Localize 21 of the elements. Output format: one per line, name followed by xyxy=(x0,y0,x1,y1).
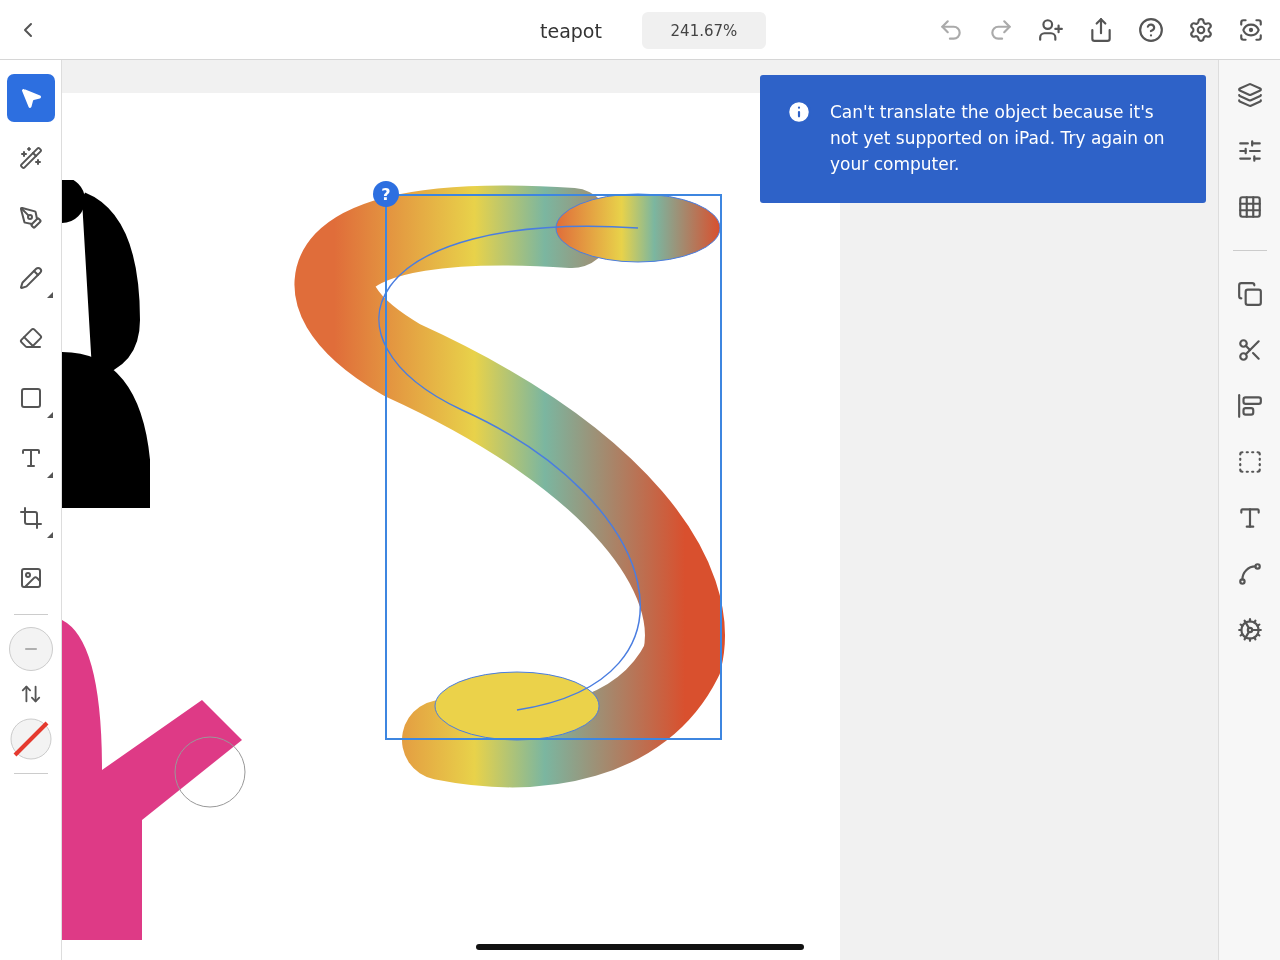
overlap-squares-icon[interactable] xyxy=(1236,281,1263,307)
toast-message: Can't translate the object because it's not yet supported on iPad. Try again on your computer. xyxy=(830,101,1166,176)
scissors-icon[interactable] xyxy=(1236,337,1263,363)
settings-icon[interactable] xyxy=(1188,16,1214,43)
document-title: teapot xyxy=(540,19,602,42)
zoom-level[interactable]: 241.67% xyxy=(641,12,766,49)
share-icon[interactable] xyxy=(1088,16,1114,43)
preview-eye-icon[interactable] xyxy=(1238,16,1264,43)
layers-icon[interactable] xyxy=(1236,82,1263,108)
align-left-icon[interactable] xyxy=(1236,393,1263,419)
swap-arrows-icon[interactable] xyxy=(19,683,42,705)
arrow-pointer-icon[interactable] xyxy=(6,74,55,122)
info-icon xyxy=(786,99,812,125)
curve-icon[interactable] xyxy=(1236,561,1263,587)
gear-shape-icon[interactable] xyxy=(1236,617,1263,643)
sliders-icon[interactable] xyxy=(1236,138,1263,164)
person-plus-icon[interactable] xyxy=(1038,16,1064,43)
grid-icon[interactable] xyxy=(1236,194,1263,220)
help-icon[interactable] xyxy=(1138,16,1164,43)
transform-box-icon[interactable] xyxy=(1236,449,1263,475)
no-fill-swatch-icon[interactable] xyxy=(8,717,53,761)
